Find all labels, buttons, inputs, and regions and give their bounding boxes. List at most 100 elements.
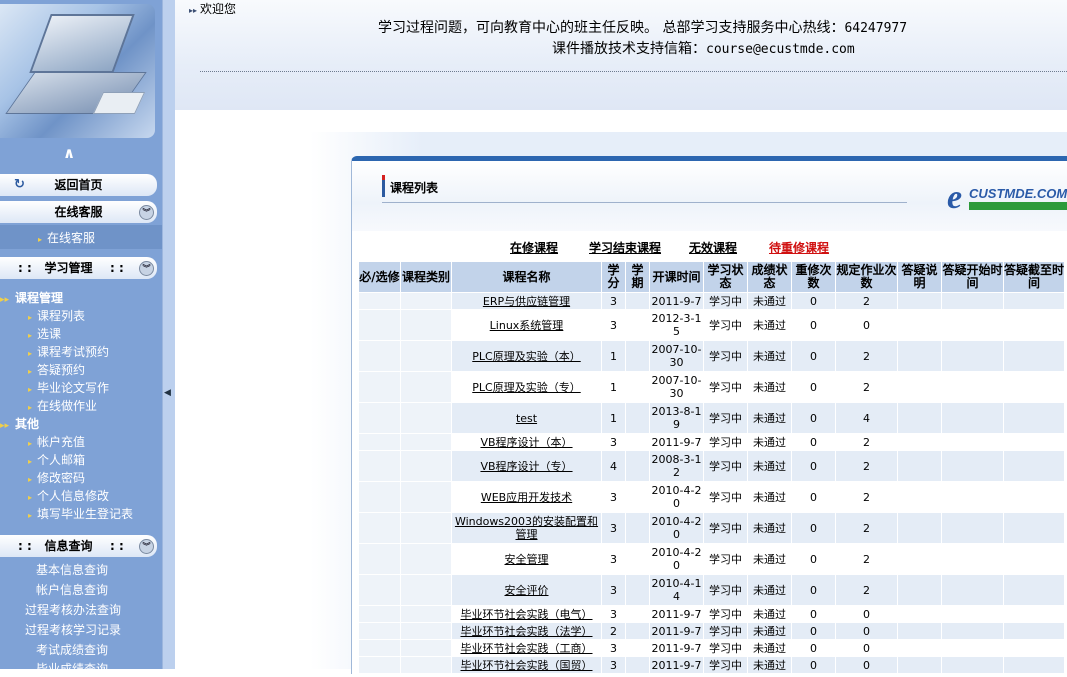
cell-category [400,656,452,674]
cell-study-status: 学习中 [703,340,748,372]
sidebar-item-password[interactable]: ▸ 修改密码 [28,469,85,486]
cell-category [400,574,452,606]
course-name-link[interactable]: PLC原理及实验（专） [472,381,580,394]
online-service-header[interactable]: 在线客服 ︾ [0,201,157,223]
cell-category [400,402,452,434]
cell-qa-start [941,481,1004,513]
cell-study-status: 学习中 [703,292,748,310]
chevron-down-icon[interactable]: ︾ [139,205,154,220]
cell-grade-status: 未通过 [747,481,792,513]
sidebar-item-mailbox[interactable]: ▸ 个人邮箱 [28,451,85,468]
cell-start-date: 2010-4-20 [649,512,704,544]
course-name-link[interactable]: Linux系统管理 [490,319,564,332]
sidebar-item-assessment-record[interactable]: 过程考核学习记录 [25,621,121,638]
tab-finished[interactable]: 学习结束课程 [589,239,661,256]
cell-homework-count: 2 [835,450,898,482]
sidebar-item-online-service[interactable]: ▸ 在线客服 [38,229,95,246]
course-name-link[interactable]: 毕业环节社会实践（工商） [461,642,593,655]
cell-retake-count: 0 [791,622,836,640]
col-header-name: 课程名称 [451,261,602,293]
cell-required [358,656,401,674]
sidebar-item-homework[interactable]: ▸ 在线做作业 [28,397,97,414]
cell-term [625,512,650,544]
cell-term [625,574,650,606]
cell-qa-end [1003,481,1065,513]
cell-start-date: 2010-4-20 [649,481,704,513]
cell-start-date: 2010-4-20 [649,543,704,575]
tab-invalid[interactable]: 无效课程 [689,239,737,256]
info-query-header[interactable]: : : 信息查询 : : ︾ [0,535,157,557]
cell-qa-end [1003,371,1065,403]
sidebar-item-basic-info[interactable]: 基本信息查询 [36,561,108,578]
sidebar-item-exam-booking[interactable]: ▸ 课程考试预约 [28,343,109,360]
tab-retake[interactable]: 待重修课程 [769,239,829,256]
cell-credit: 3 [601,292,626,310]
col-header-qa-end: 答疑截至时间 [1003,261,1065,293]
cell-retake-count: 0 [791,512,836,544]
course-name-link[interactable]: ERP与供应链管理 [483,295,570,308]
chevron-down-icon[interactable]: ︾ [139,261,154,276]
cell-category [400,512,452,544]
home-link[interactable]: ↻ 返回首页 [0,174,157,196]
cell-homework-count: 2 [835,292,898,310]
course-name-link[interactable]: test [516,412,537,425]
course-name-link[interactable]: 毕业环节社会实践（国贸） [461,659,593,672]
course-name-link[interactable]: VB程序设计（专） [480,460,572,473]
cell-qa-note [897,433,942,451]
tab-in-progress[interactable]: 在修课程 [510,239,558,256]
course-name-link[interactable]: 安全管理 [505,553,549,566]
sidebar-item-account-info[interactable]: 帐户信息查询 [36,581,108,598]
course-name-link[interactable]: 毕业环节社会实践（电气） [461,608,593,621]
cell-start-date: 2011-9-7 [649,292,704,310]
cell-grade-status: 未通过 [747,402,792,434]
col-header-start: 开课时间 [649,261,704,293]
sidebar-splitter[interactable] [162,0,175,669]
course-name-link[interactable]: PLC原理及实验（本） [472,350,580,363]
course-name-link[interactable]: VB程序设计（本） [480,436,572,449]
table-row: Windows2003的安装配置和管理 3 2010-4-20 学习中 未通过 0 2 [358,512,1065,544]
cell-qa-note [897,574,942,606]
cell-term [625,450,650,482]
study-mgmt-header[interactable]: : : 学习管理 : : ︾ [0,257,157,279]
panel-divider [382,202,907,203]
table-row: 毕业环节社会实践（电气） 3 2011-9-7 学习中 未通过 0 0 [358,605,1065,623]
cell-qa-start [941,639,1004,657]
sidebar-item-course-list[interactable]: ▸ 课程列表 [28,307,85,324]
sidebar-group-course-mgmt[interactable]: ▸▸ 课程管理 [0,289,63,306]
cell-term [625,605,650,623]
sidebar-item-exam-score[interactable]: 考试成绩查询 [36,641,108,658]
sidebar-item-graduate-form[interactable]: ▸ 填写毕业生登记表 [28,505,133,522]
cell-start-date: 2007-10-30 [649,371,704,403]
cell-study-status: 学习中 [703,622,748,640]
online-service-title: 在线客服 [54,205,103,219]
cell-retake-count: 0 [791,450,836,482]
cell-qa-start [941,371,1004,403]
cell-homework-count: 0 [835,622,898,640]
cell-study-status: 学习中 [703,512,748,544]
cell-credit: 3 [601,574,626,606]
cell-start-date: 2008-3-12 [649,450,704,482]
sidebar-item-recharge[interactable]: ▸ 帐户充值 [28,433,85,450]
sidebar-item-qa-booking[interactable]: ▸ 答疑预约 [28,361,85,378]
sidebar-item-select-course[interactable]: ▸ 选课 [28,325,61,342]
cell-homework-count: 0 [835,656,898,674]
sidebar-item-profile[interactable]: ▸ 个人信息修改 [28,487,109,504]
cell-grade-status: 未通过 [747,450,792,482]
sidebar-item-thesis[interactable]: ▸ 毕业论文写作 [28,379,109,396]
cell-start-date: 2011-9-7 [649,605,704,623]
sidebar-item-assessment-method[interactable]: 过程考核办法查询 [25,601,121,618]
cell-start-date: 2011-9-7 [649,622,704,640]
sidebar-group-other[interactable]: ▸▸ 其他 [0,415,39,432]
chevron-down-icon[interactable]: ︾ [139,539,154,554]
course-name-link[interactable]: WEB应用开发技术 [481,491,572,504]
cell-start-date: 2013-8-19 [649,402,704,434]
cell-study-status: 学习中 [703,639,748,657]
course-name-link[interactable]: 安全评价 [505,584,549,597]
cell-required [358,543,401,575]
cell-qa-note [897,340,942,372]
course-name-link[interactable]: 毕业环节社会实践（法学） [461,625,593,638]
cell-credit: 1 [601,402,626,434]
course-name-link[interactable]: Windows2003的安装配置和管理 [455,515,598,541]
collapse-left-icon[interactable]: ◀ [164,388,171,398]
collapse-up-icon[interactable]: ∧ [63,144,75,162]
